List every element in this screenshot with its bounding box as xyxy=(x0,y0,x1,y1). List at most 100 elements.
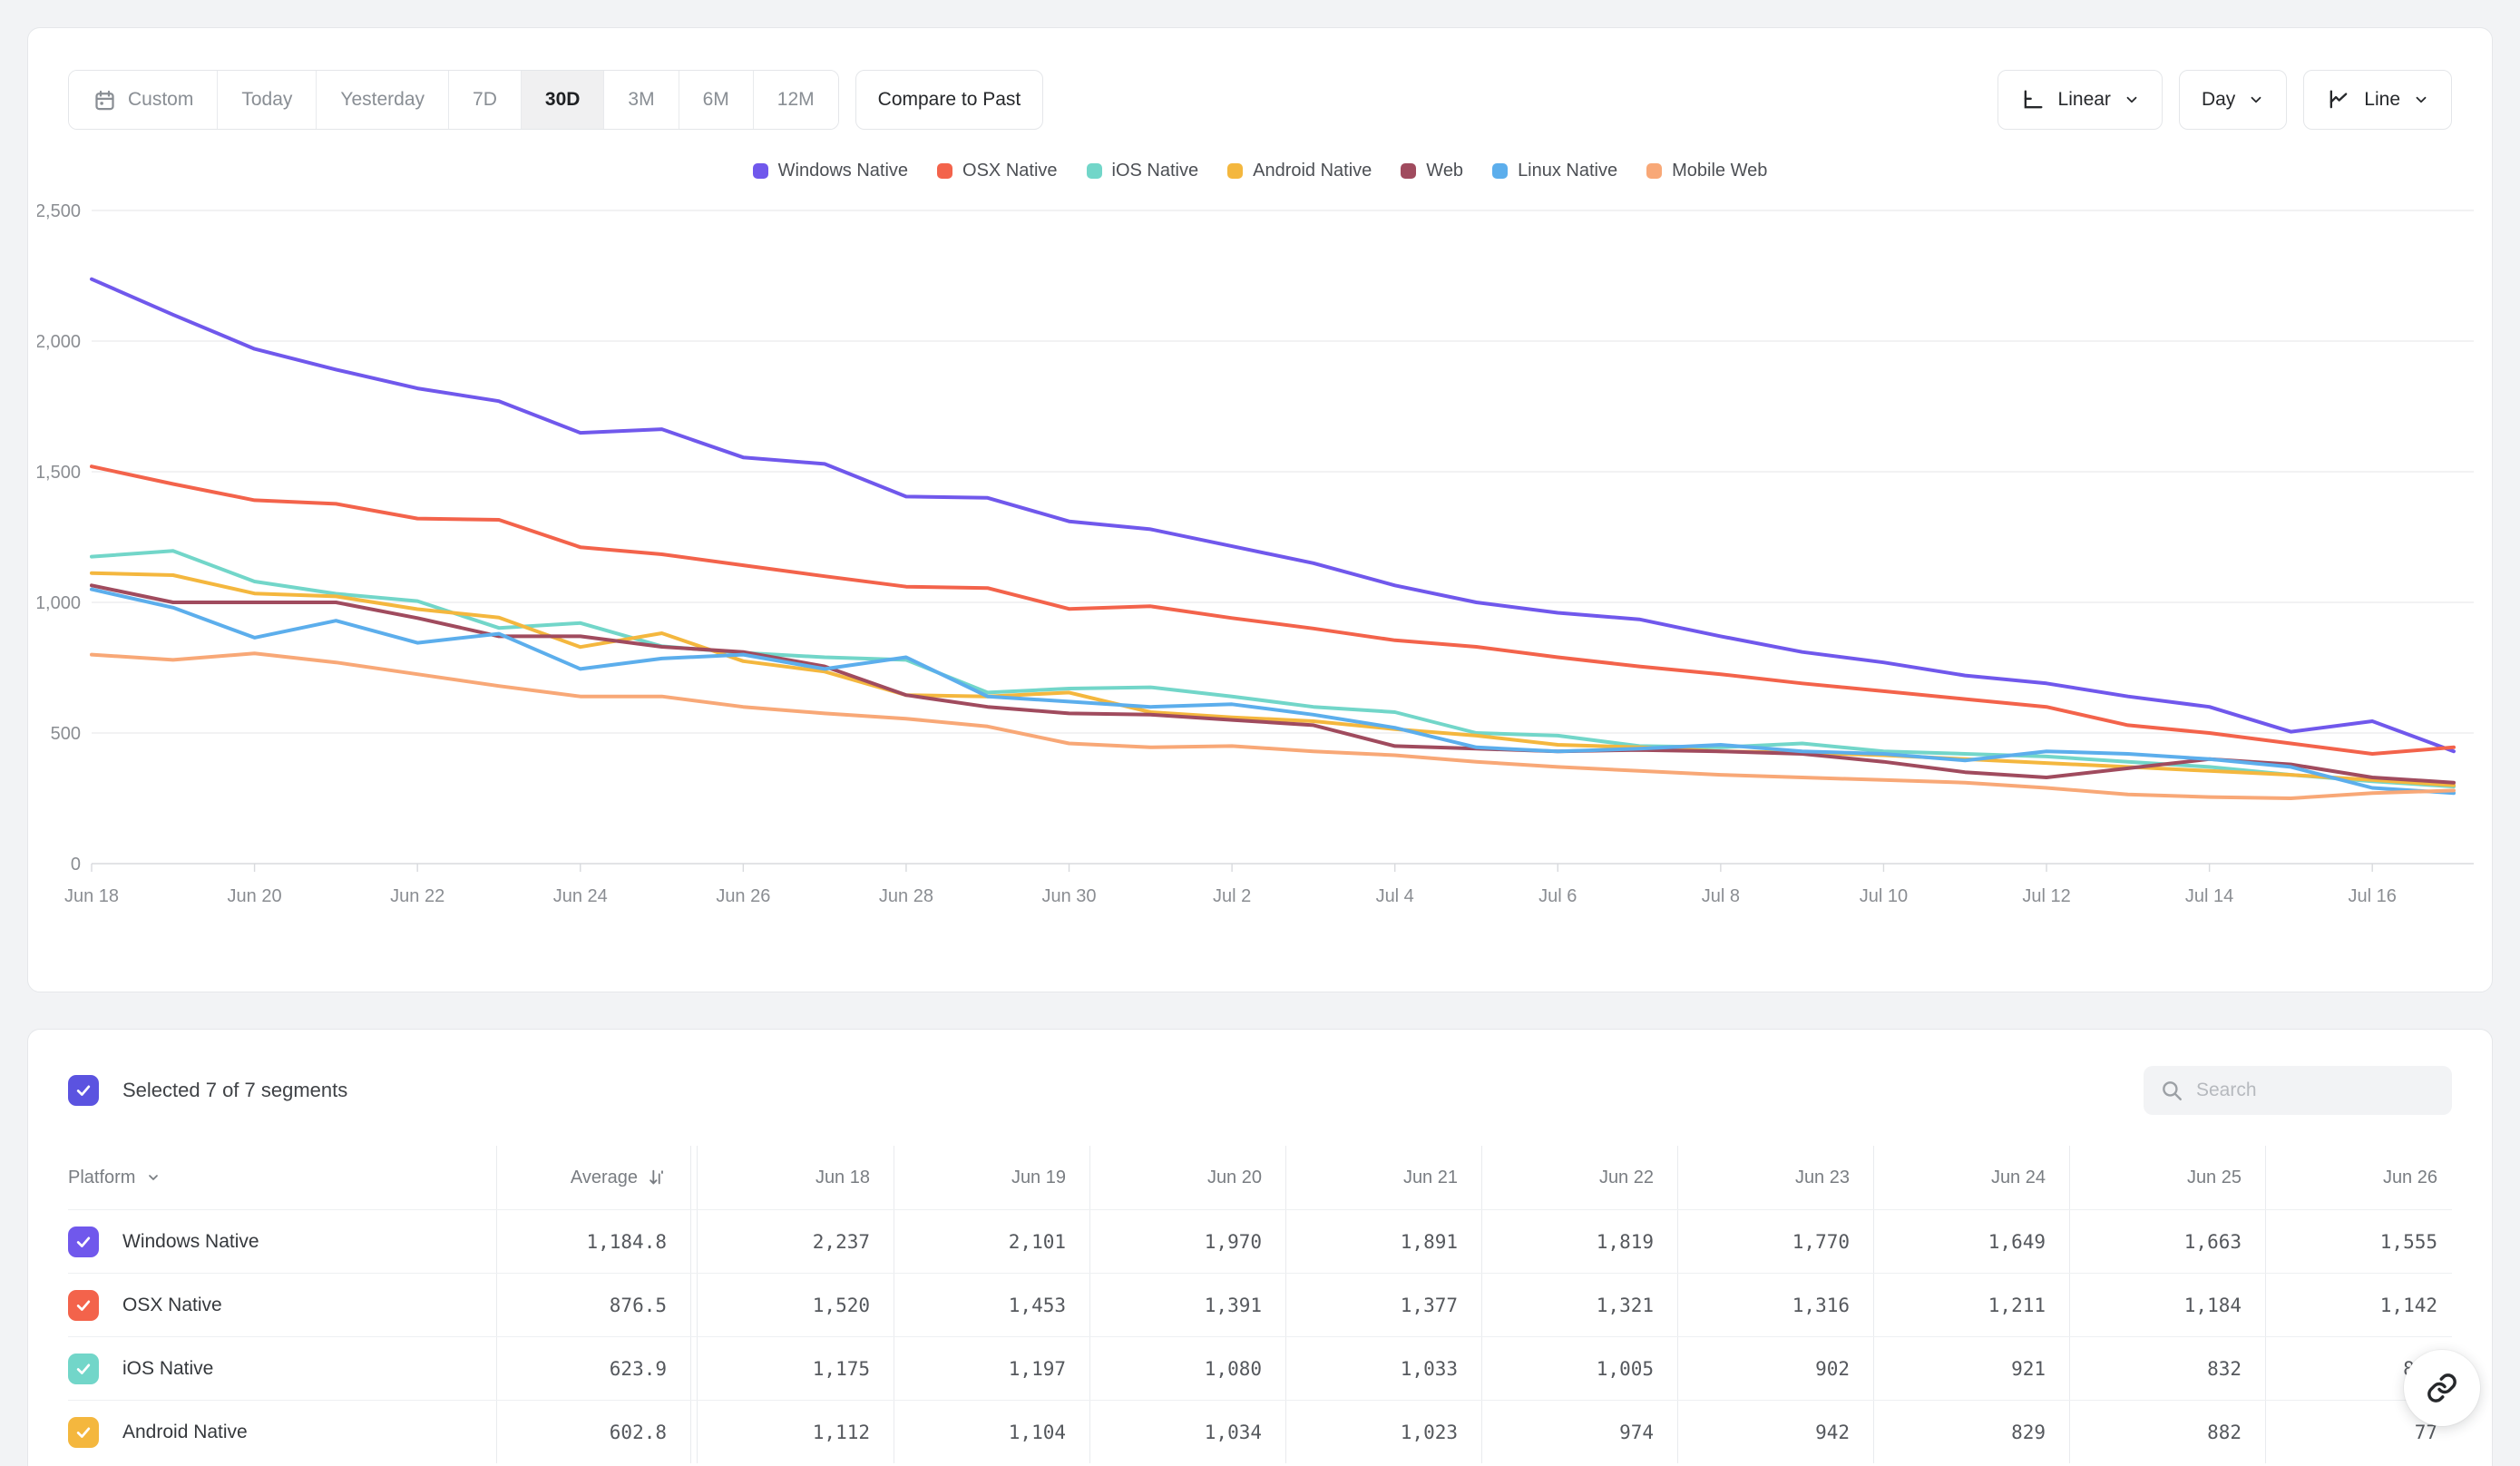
range-button-label: 30D xyxy=(545,89,581,111)
segment-checkbox-android-native[interactable] xyxy=(68,1417,99,1448)
column-divider xyxy=(690,1210,698,1273)
date-column-header-jun-25[interactable]: Jun 25 xyxy=(2069,1146,2265,1209)
chart-toolbar: CustomTodayYesterday7D 30D 3M 6M 12M Compare… xyxy=(68,70,2452,130)
range-button-label: 6M xyxy=(703,89,729,111)
legend-item-web[interactable]: Web xyxy=(1401,161,1463,181)
svg-text:500: 500 xyxy=(51,724,81,744)
legend-label: Mobile Web xyxy=(1672,161,1767,181)
legend-label: OSX Native xyxy=(962,161,1057,181)
value-cell: 1,080 xyxy=(1089,1337,1285,1400)
search-icon xyxy=(2160,1079,2183,1102)
line-chart-icon xyxy=(2326,87,2351,112)
legend-item-android-native[interactable]: Android Native xyxy=(1227,161,1372,181)
segments-header: Selected 7 of 7 segments xyxy=(68,1066,2452,1115)
platform-cell: iOS Native xyxy=(68,1337,496,1400)
range-button-6m[interactable]: 6M xyxy=(679,71,753,129)
chevron-down-icon xyxy=(2413,92,2429,108)
column-divider xyxy=(690,1401,698,1463)
segment-checkbox-ios-native[interactable] xyxy=(68,1354,99,1384)
value-cell: 2,101 xyxy=(894,1210,1089,1273)
date-column-header-jun-22[interactable]: Jun 22 xyxy=(1481,1146,1677,1209)
platform-header-label: Platform xyxy=(68,1168,135,1188)
chart-type-dropdown[interactable]: Line xyxy=(2303,70,2452,130)
legend-item-mobile-web[interactable]: Mobile Web xyxy=(1646,161,1767,181)
svg-text:Jun 20: Jun 20 xyxy=(228,886,282,906)
range-button-3m[interactable]: 3M xyxy=(603,71,678,129)
table-row-ios-native: iOS Native623.91,1751,1971,0801,0331,005… xyxy=(68,1336,2452,1400)
platform-name: iOS Native xyxy=(122,1358,213,1380)
column-divider xyxy=(690,1274,698,1336)
series-line-mobile-web xyxy=(92,653,2454,798)
segment-checkbox-windows-native[interactable] xyxy=(68,1227,99,1257)
chart-legend: Windows Native OSX Native iOS Native Androi… xyxy=(68,161,2452,181)
platform-cell: OSX Native xyxy=(68,1274,496,1336)
value-cell: 1,377 xyxy=(1285,1274,1481,1336)
interval-dropdown[interactable]: Day xyxy=(2179,70,2287,130)
value-cell: 1,649 xyxy=(1873,1210,2069,1273)
share-link-button[interactable] xyxy=(2404,1350,2480,1426)
svg-text:2,000: 2,000 xyxy=(37,332,81,352)
svg-text:Jun 26: Jun 26 xyxy=(716,886,770,906)
date-column-header-jun-23[interactable]: Jun 23 xyxy=(1677,1146,1873,1209)
range-button-30d[interactable]: 30D xyxy=(521,71,604,129)
value-cell: 1,033 xyxy=(1285,1337,1481,1400)
axis-icon xyxy=(2020,87,2046,112)
date-column-header-jun-26[interactable]: Jun 26 xyxy=(2265,1146,2461,1209)
scale-dropdown[interactable]: Linear xyxy=(1997,70,2163,130)
average-cell: 623.9 xyxy=(496,1337,690,1400)
legend-item-ios-native[interactable]: iOS Native xyxy=(1087,161,1199,181)
svg-text:Jun 28: Jun 28 xyxy=(879,886,933,906)
segment-search xyxy=(2144,1066,2452,1115)
legend-item-osx-native[interactable]: OSX Native xyxy=(937,161,1057,181)
date-column-header-jun-20[interactable]: Jun 20 xyxy=(1089,1146,1285,1209)
legend-label: Linux Native xyxy=(1518,161,1617,181)
average-cell: 876.5 xyxy=(496,1274,690,1336)
platform-column-header[interactable]: Platform xyxy=(68,1146,496,1209)
range-button-custom[interactable]: Custom xyxy=(69,71,217,129)
svg-text:Jul 8: Jul 8 xyxy=(1702,886,1740,906)
range-button-yesterday[interactable]: Yesterday xyxy=(316,71,448,129)
table-row-android-native: Android Native602.81,1121,1041,0341,0239… xyxy=(68,1400,2452,1463)
value-cell: 1,211 xyxy=(1873,1274,2069,1336)
date-column-header-jun-21[interactable]: Jun 21 xyxy=(1285,1146,1481,1209)
segments-table: Platform Average Jun 18Jun 19Jun 20Jun 2… xyxy=(68,1146,2452,1463)
select-all-checkbox[interactable] xyxy=(68,1075,99,1106)
legend-label: Android Native xyxy=(1253,161,1372,181)
compare-to-past-button[interactable]: Compare to Past xyxy=(855,70,1044,130)
chart-card: CustomTodayYesterday7D 30D 3M 6M 12M Compare… xyxy=(27,27,2493,992)
value-cell: 1,104 xyxy=(894,1401,1089,1463)
value-cell: 1,321 xyxy=(1481,1274,1677,1336)
table-row-osx-native: OSX Native876.51,5201,4531,3911,3771,321… xyxy=(68,1273,2452,1336)
sort-descending-icon[interactable] xyxy=(647,1168,667,1187)
average-cell: 1,184.8 xyxy=(496,1210,690,1273)
table-row-windows-native: Windows Native1,184.82,2372,1011,9701,89… xyxy=(68,1209,2452,1273)
legend-item-linux-native[interactable]: Linux Native xyxy=(1492,161,1617,181)
chart-options: Linear Day Line xyxy=(1997,70,2452,130)
line-chart: 05001,0001,5002,0002,500Jun 18Jun 20Jun … xyxy=(37,191,2483,924)
value-cell: 1,023 xyxy=(1285,1401,1481,1463)
range-button-7d[interactable]: 7D xyxy=(448,71,521,129)
value-cell: 942 xyxy=(1677,1401,1873,1463)
date-column-header-jun-19[interactable]: Jun 19 xyxy=(894,1146,1089,1209)
interval-label: Day xyxy=(2202,89,2235,111)
platform-name: OSX Native xyxy=(122,1295,222,1316)
search-input[interactable] xyxy=(2196,1080,2436,1101)
value-cell: 1,891 xyxy=(1285,1210,1481,1273)
legend-label: iOS Native xyxy=(1112,161,1199,181)
range-button-today[interactable]: Today xyxy=(217,71,316,129)
segment-checkbox-osx-native[interactable] xyxy=(68,1290,99,1321)
average-cell: 602.8 xyxy=(496,1401,690,1463)
chart-type-label: Line xyxy=(2364,89,2400,111)
average-column-header[interactable]: Average xyxy=(496,1146,690,1209)
date-column-header-jun-18[interactable]: Jun 18 xyxy=(698,1146,894,1209)
platform-name: Android Native xyxy=(122,1422,248,1443)
date-column-header-jun-24[interactable]: Jun 24 xyxy=(1873,1146,2069,1209)
legend-label: Web xyxy=(1426,161,1463,181)
value-cell: 1,391 xyxy=(1089,1274,1285,1336)
svg-text:Jul 14: Jul 14 xyxy=(2185,886,2233,906)
legend-item-windows-native[interactable]: Windows Native xyxy=(753,161,908,181)
svg-text:Jun 30: Jun 30 xyxy=(1041,886,1096,906)
range-button-12m[interactable]: 12M xyxy=(753,71,838,129)
value-cell: 1,453 xyxy=(894,1274,1089,1336)
column-divider xyxy=(690,1337,698,1400)
